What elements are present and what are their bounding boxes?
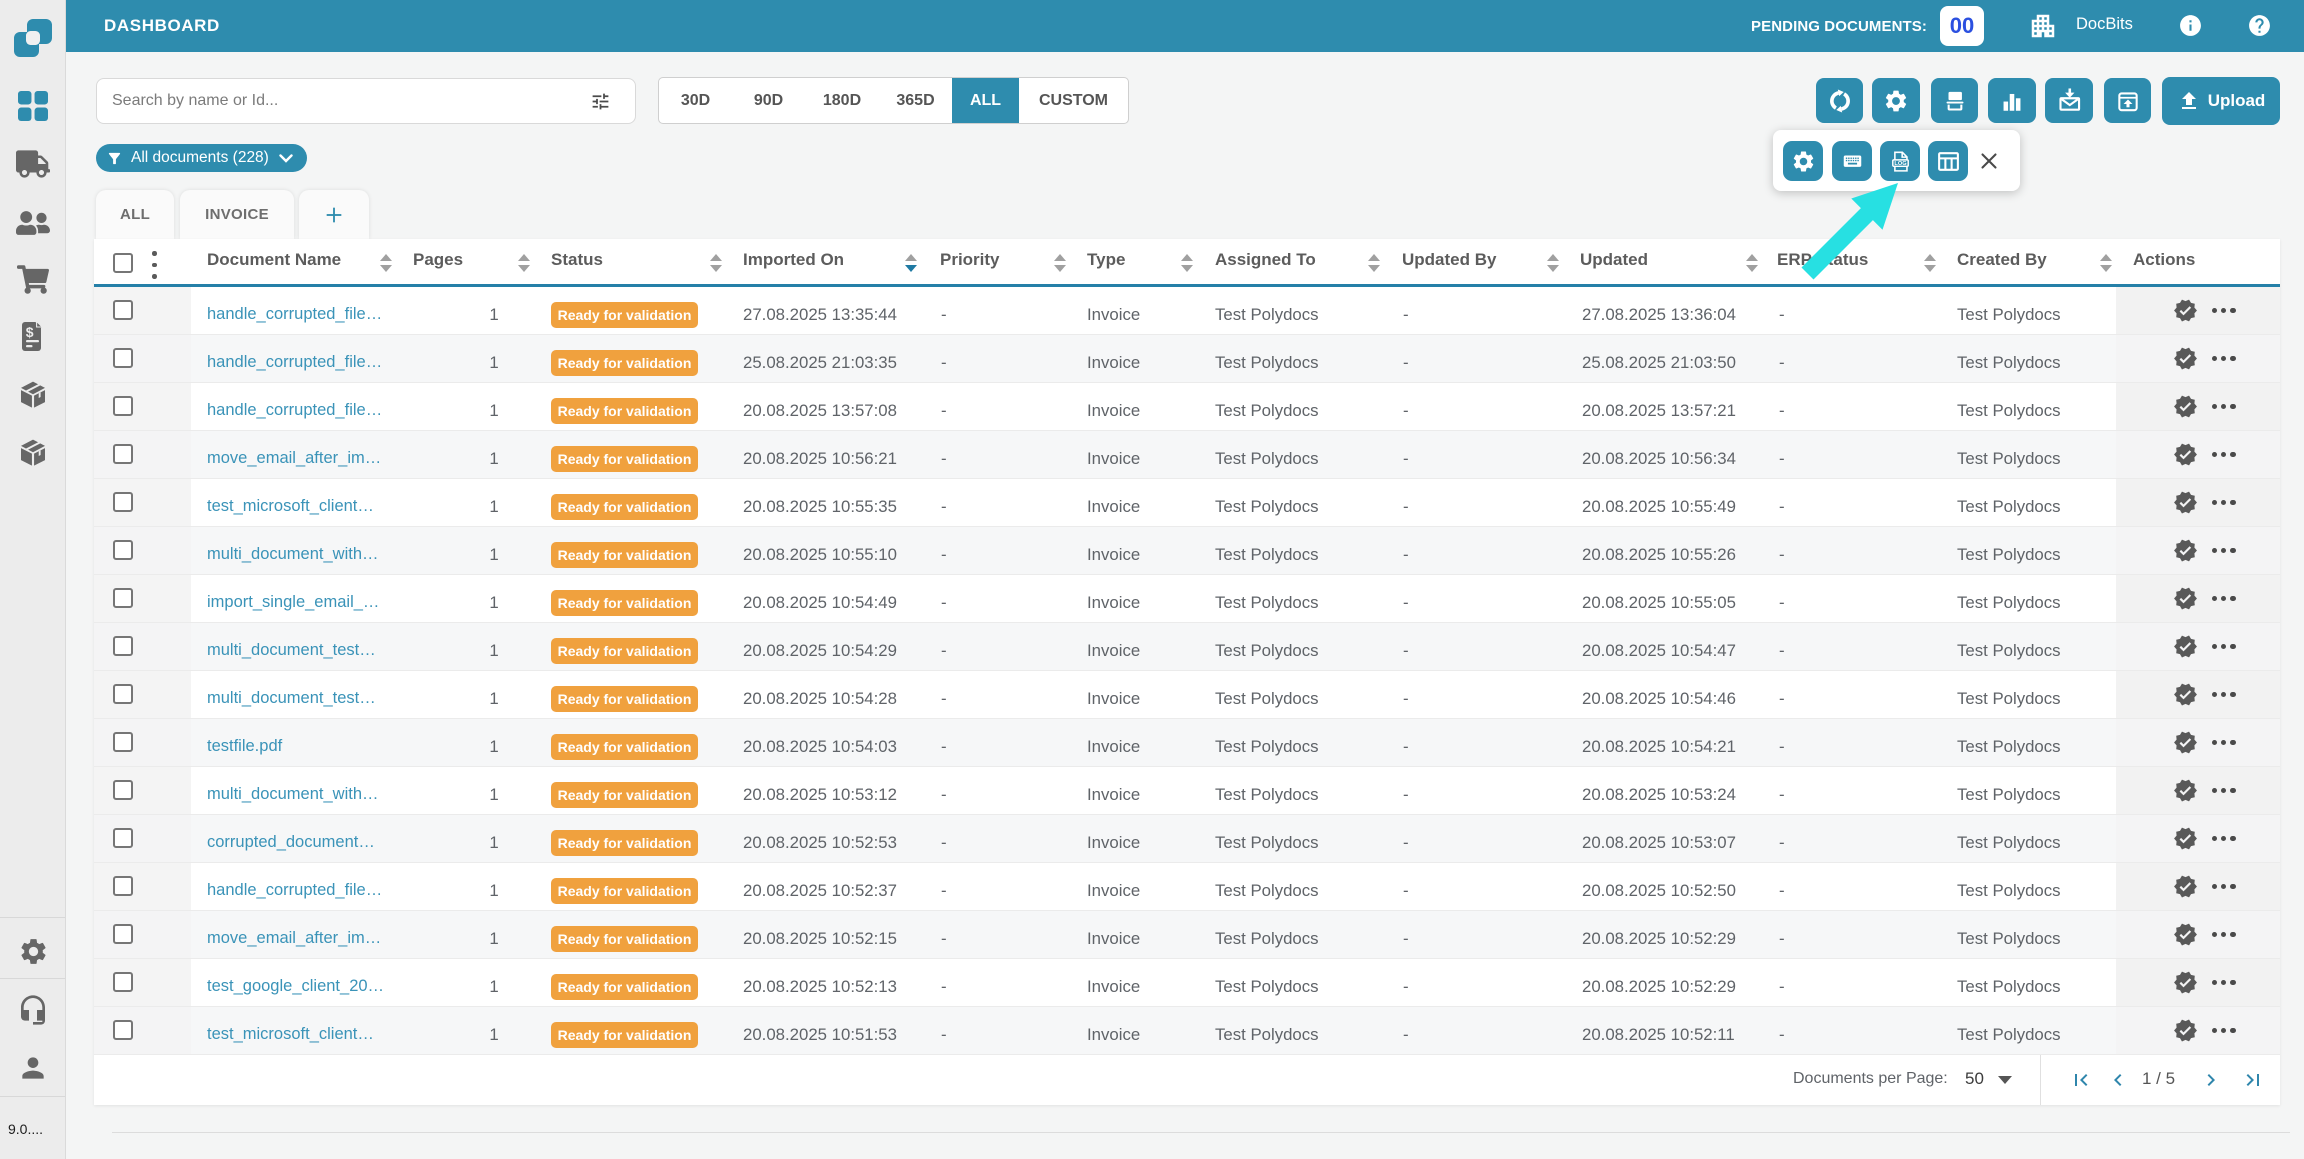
svg-text:$: $: [25, 324, 33, 340]
